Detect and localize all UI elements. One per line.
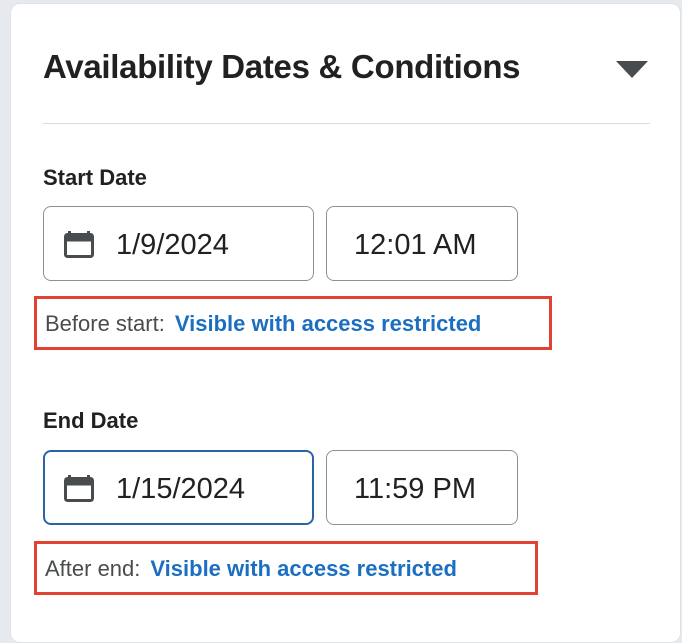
end-visibility-link[interactable]: Visible with access restricted — [150, 556, 457, 581]
start-date-label: Start Date — [43, 165, 147, 190]
start-date-field[interactable]: 1/9/2024 — [43, 206, 314, 281]
start-visibility-row: Before start: Visible with access restric… — [45, 311, 481, 337]
start-visibility-highlight: Before start: Visible with access restric… — [34, 296, 552, 350]
end-visibility-prefix: After end: — [45, 556, 141, 581]
end-date-label: End Date — [43, 408, 139, 433]
panel-title: Availability Dates & Conditions — [43, 48, 521, 85]
collapse-toggle-button[interactable] — [613, 56, 653, 86]
calendar-icon — [64, 475, 94, 502]
start-visibility-link[interactable]: Visible with access restricted — [175, 311, 482, 336]
start-time-field[interactable]: 12:01 AM — [326, 206, 518, 281]
end-date-value: 1/15/2024 — [116, 473, 246, 505]
availability-panel: Availability Dates & Conditions Start Da… — [10, 3, 681, 643]
start-visibility-prefix: Before start: — [45, 311, 165, 336]
divider — [43, 123, 650, 124]
end-visibility-row: After end: Visible with access restricted — [45, 556, 457, 582]
start-date-value: 1/9/2024 — [116, 229, 229, 261]
end-visibility-highlight: After end: Visible with access restricted — [34, 541, 538, 595]
calendar-icon — [64, 231, 94, 258]
triangle-down-icon — [616, 61, 648, 78]
end-time-value: 11:59 PM — [354, 473, 476, 505]
end-date-field[interactable]: 1/15/2024 — [43, 450, 314, 525]
start-time-value: 12:01 AM — [354, 229, 477, 261]
end-time-field[interactable]: 11:59 PM — [326, 450, 518, 525]
